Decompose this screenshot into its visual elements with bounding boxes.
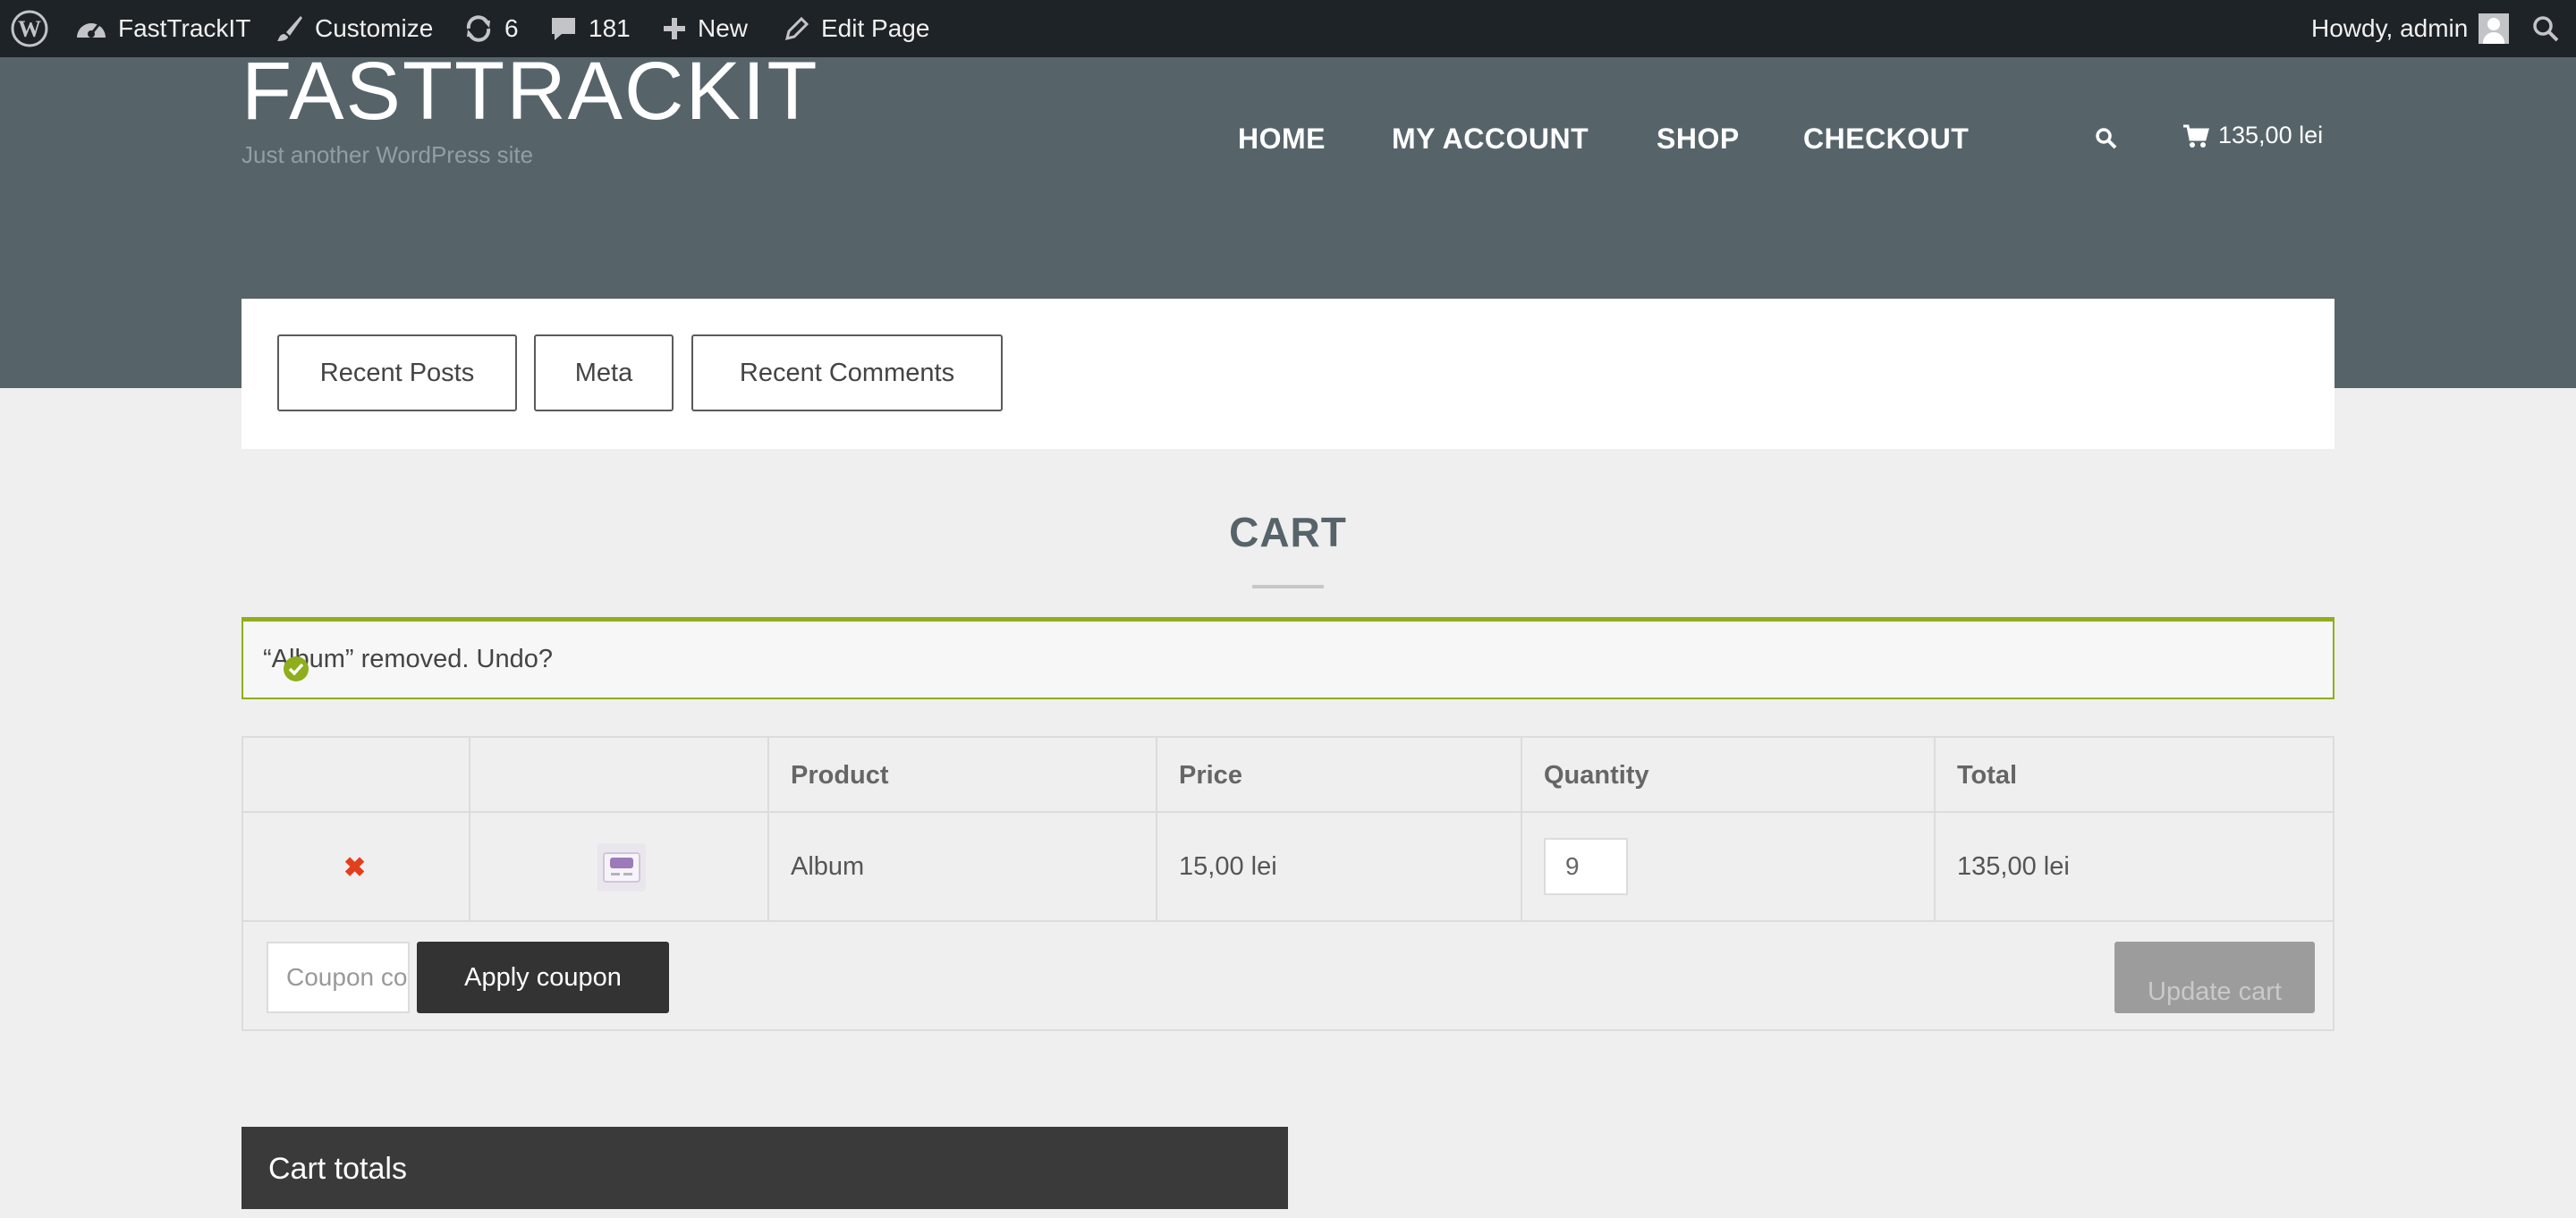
nav-item-my-account[interactable]: MY ACCOUNT <box>1392 123 1589 156</box>
header-total: Total <box>1957 761 2018 790</box>
my-account-menu[interactable]: Howdy, admin <box>2311 0 2510 57</box>
cart-table: Product Price Quantity Total ✖ Album 15,… <box>242 736 2334 1031</box>
search-icon <box>2096 128 2117 149</box>
cart-notice: “Album” removed. Undo? <box>242 617 2334 699</box>
site-name-menu[interactable]: FastTrackIT <box>75 0 250 57</box>
column-divider <box>1156 738 1157 922</box>
nav-item-checkout[interactable]: CHECKOUT <box>1803 123 1969 156</box>
site-name-label: FastTrackIT <box>118 14 251 42</box>
product-image-icon <box>603 852 640 883</box>
svg-text:W: W <box>18 16 41 42</box>
dashboard-icon <box>77 23 106 38</box>
cart-icon <box>2183 124 2209 148</box>
remove-item-button[interactable]: ✖ <box>343 852 366 884</box>
widget-recent-comments-button[interactable]: Recent Comments <box>691 334 1003 411</box>
cart-totals-panel: Cart totals <box>242 1127 1288 1209</box>
apply-coupon-button[interactable]: Apply coupon <box>417 942 669 1013</box>
nav-item-home[interactable]: HOME <box>1238 123 1326 156</box>
header-search-button[interactable] <box>2095 127 2118 155</box>
title-divider <box>1252 585 1324 588</box>
product-thumbnail[interactable] <box>597 843 646 892</box>
header-price: Price <box>1179 761 1242 790</box>
check-circle-icon <box>284 656 309 681</box>
site-title[interactable]: FASTTRACKIT <box>242 32 819 157</box>
widget-recent-posts-button[interactable]: Recent Posts <box>277 334 517 411</box>
nav-item-shop[interactable]: SHOP <box>1657 123 1740 156</box>
quantity-input[interactable] <box>1544 838 1628 895</box>
product-price: 15,00 lei <box>1179 852 1277 881</box>
header-cart-total: 135,00 lei <box>2218 122 2324 148</box>
cart-totals-title: Cart totals <box>268 1152 407 1186</box>
update-cart-button[interactable]: Update cart <box>2114 942 2315 1013</box>
product-name-link[interactable]: Album <box>791 852 864 882</box>
column-divider <box>1934 738 1936 922</box>
column-divider <box>1521 738 1522 922</box>
greeting-label: Howdy, admin <box>2311 14 2469 42</box>
header-quantity: Quantity <box>1544 761 1649 790</box>
wordpress-icon: W <box>11 10 48 47</box>
row-divider <box>243 811 2333 813</box>
widget-bar: Recent Posts Meta Recent Comments <box>242 299 2334 449</box>
wordpress-logo[interactable]: W <box>11 0 48 57</box>
header-cart[interactable]: 135,00 lei <box>2182 122 2323 149</box>
search-icon <box>2533 16 2559 42</box>
column-divider <box>469 738 470 922</box>
page-title: CART <box>1229 509 1347 555</box>
row-divider <box>243 920 2333 922</box>
header-product: Product <box>791 761 889 790</box>
product-subtotal: 135,00 lei <box>1957 852 2070 881</box>
widget-meta-button[interactable]: Meta <box>534 334 674 411</box>
site-title-text: FASTTRACKIT <box>242 46 819 137</box>
edit-page-label: Edit Page <box>821 14 930 42</box>
coupon-code-input[interactable] <box>267 942 410 1013</box>
column-divider <box>767 738 769 922</box>
avatar <box>2479 13 2510 44</box>
admin-search[interactable] <box>2531 0 2560 57</box>
site-tagline: Just another WordPress site <box>242 141 534 168</box>
